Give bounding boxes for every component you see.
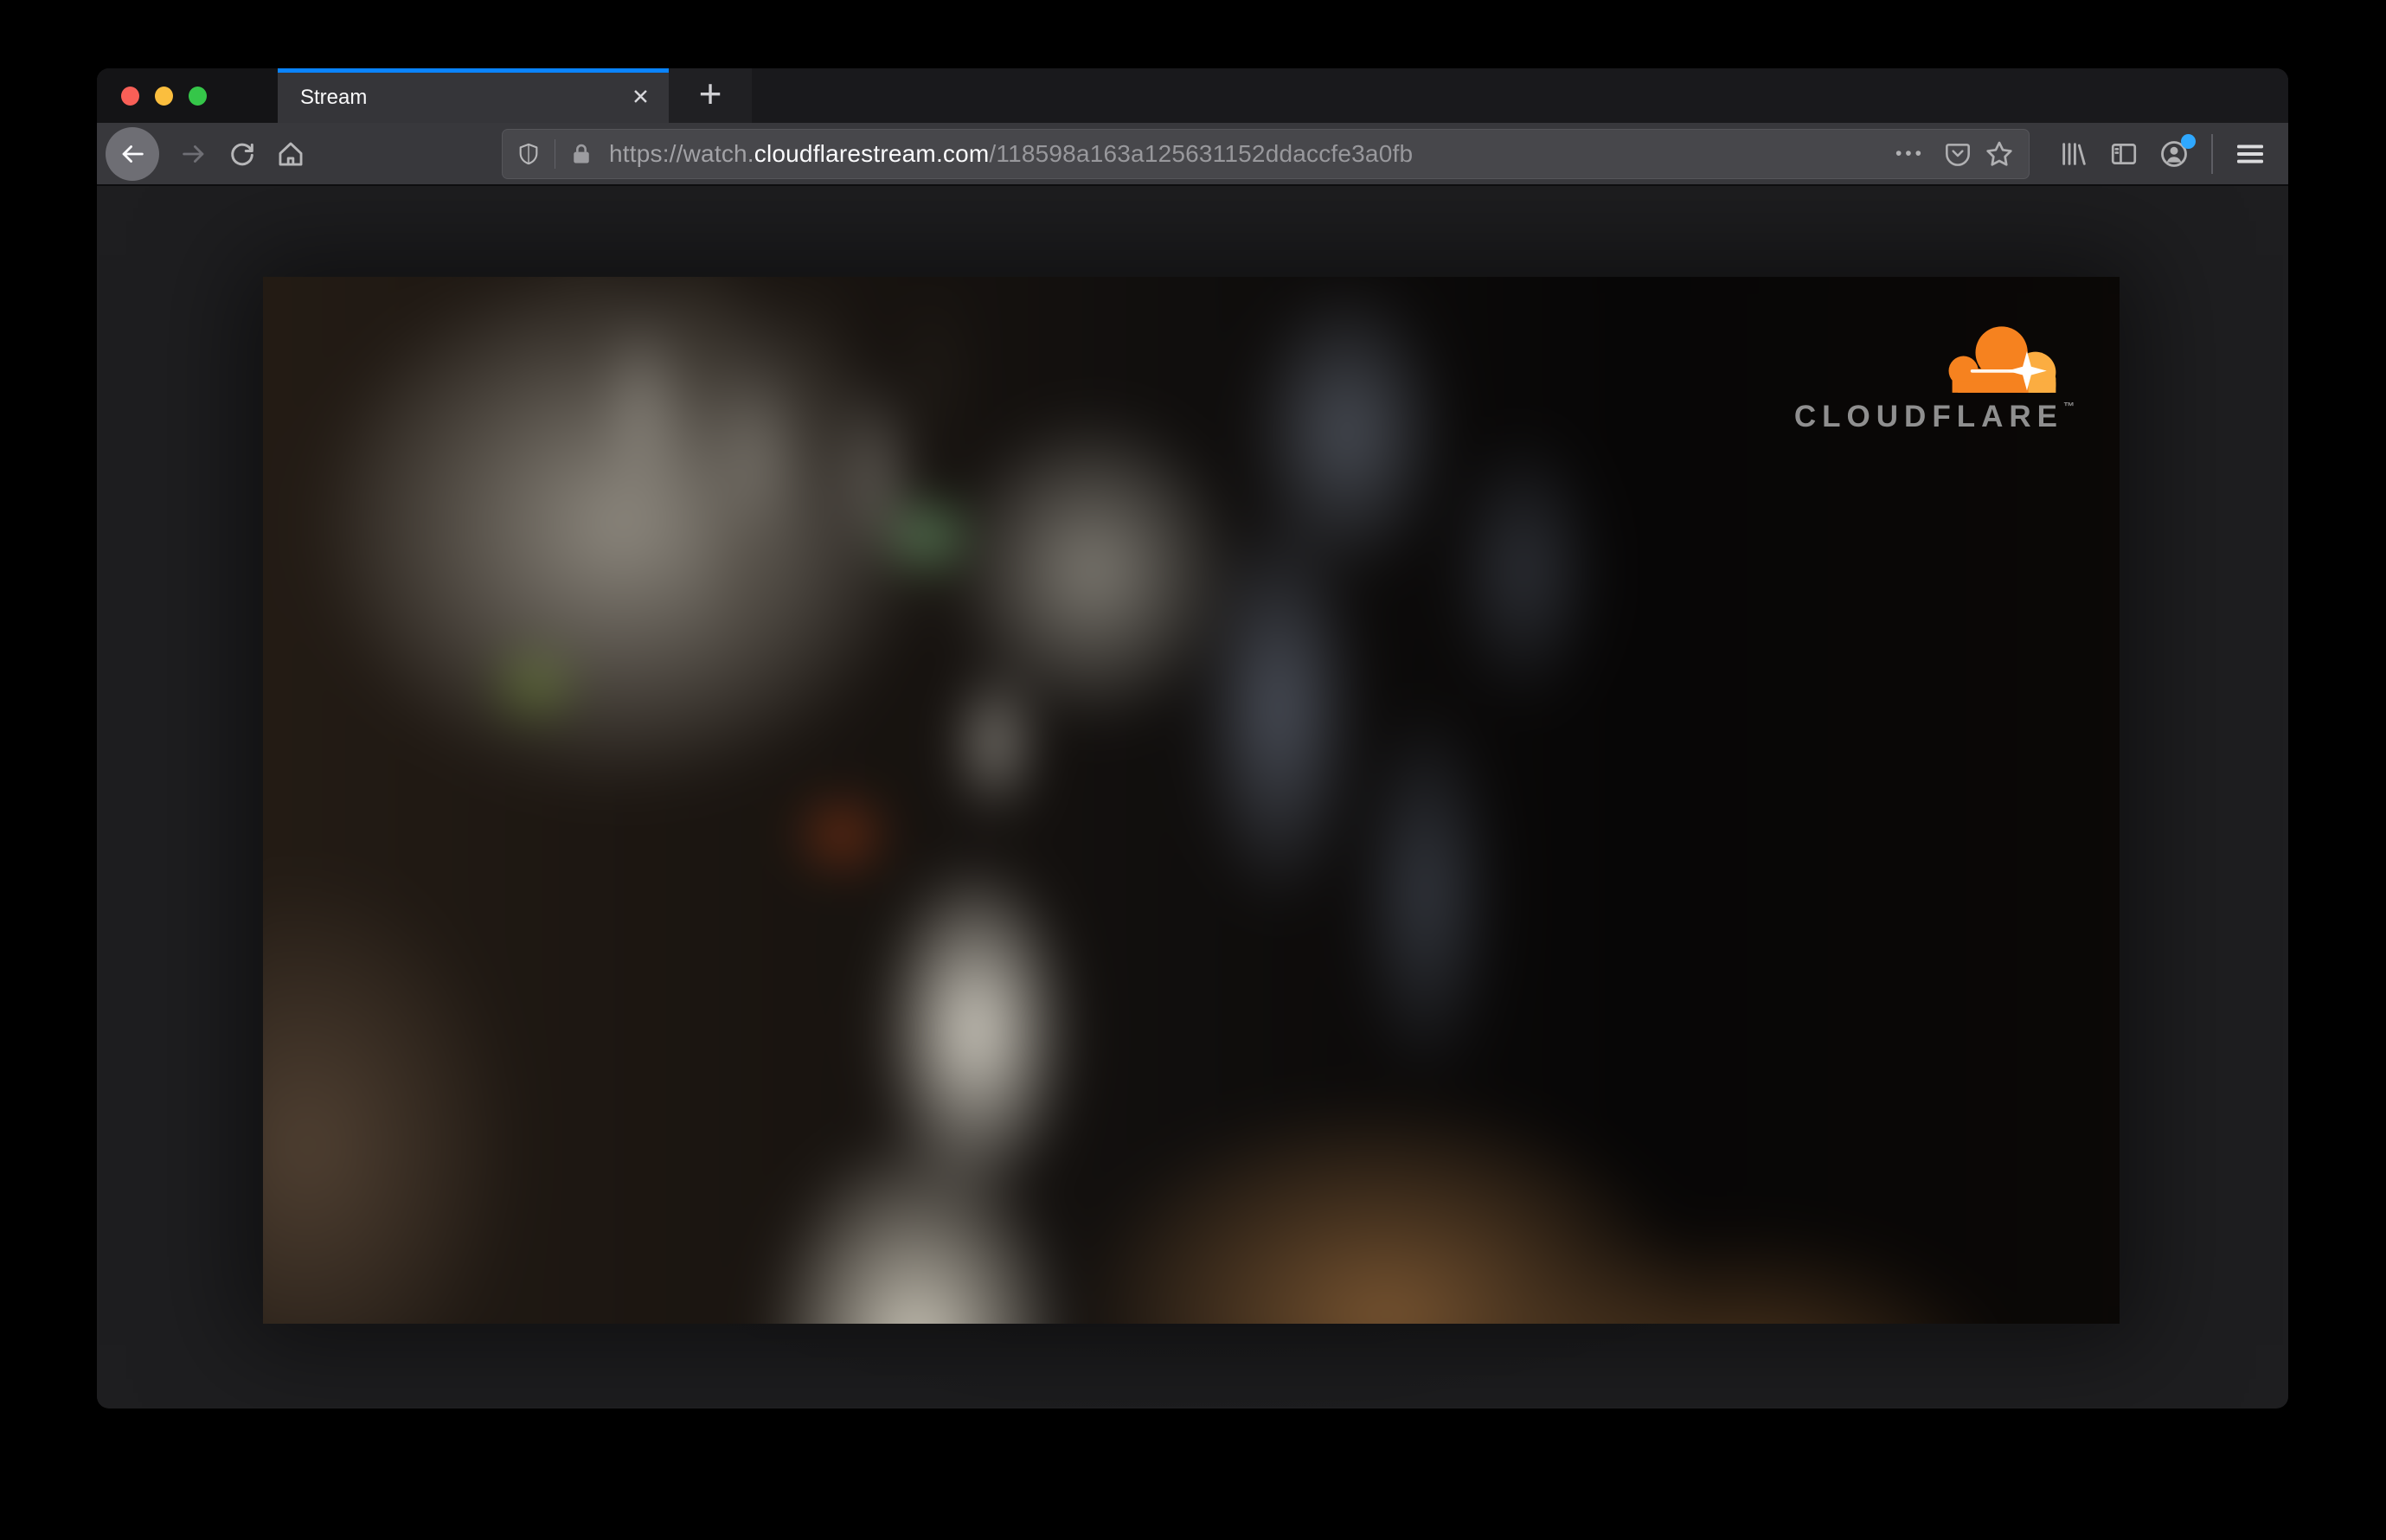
- connection-secure-lock-icon[interactable]: [569, 142, 593, 166]
- reload-icon: [228, 139, 257, 169]
- toolbar-right-icons: [2049, 129, 2275, 179]
- tab-close-icon[interactable]: ✕: [632, 87, 650, 109]
- back-arrow-icon: [118, 139, 147, 169]
- cloudflare-cloud-icon: [1784, 320, 2075, 396]
- reload-button[interactable]: [218, 130, 266, 178]
- tab-bar: Stream ✕ +: [97, 68, 2288, 123]
- address-bar[interactable]: https://watch.cloudflarestream.com/11859…: [502, 128, 2030, 179]
- sidebar-button[interactable]: [2099, 129, 2149, 179]
- library-button[interactable]: [2049, 129, 2099, 179]
- page-content: CLOUDFLARE™: [97, 186, 2288, 1407]
- page-actions-button[interactable]: •••: [1895, 144, 1925, 164]
- bookmark-star-button[interactable]: [1979, 133, 2020, 175]
- cloudflare-logo: CLOUDFLARE™: [1784, 320, 2075, 434]
- forward-arrow-icon: [179, 139, 208, 169]
- account-notification-dot: [2181, 133, 2196, 149]
- url-path: /118598a163a125631152ddaccfe3a0fb: [989, 139, 1414, 167]
- pocket-icon: [1944, 140, 1972, 168]
- account-button[interactable]: [2149, 129, 2199, 179]
- hamburger-icon: [2235, 138, 2266, 170]
- tab-bar-empty-space: [752, 68, 2288, 123]
- url-domain: cloudflarestream.com: [754, 139, 990, 167]
- home-button[interactable]: [266, 130, 315, 178]
- navigation-toolbar: https://watch.cloudflarestream.com/11859…: [97, 123, 2288, 186]
- back-button[interactable]: [106, 126, 159, 181]
- close-window-button[interactable]: [121, 86, 139, 106]
- tab-stream[interactable]: Stream ✕: [278, 68, 669, 123]
- forward-button[interactable]: [170, 130, 218, 178]
- library-icon: [2059, 139, 2088, 169]
- trademark-symbol: ™: [2063, 400, 2075, 413]
- minimize-window-button[interactable]: [155, 86, 173, 106]
- tracking-protection-shield-icon[interactable]: [516, 142, 541, 166]
- menu-button[interactable]: [2225, 129, 2275, 179]
- browser-window: Stream ✕ + https://watch.cloudflarestrea…: [97, 68, 2288, 1408]
- video-player[interactable]: CLOUDFLARE™: [263, 277, 2120, 1324]
- home-icon: [276, 139, 305, 169]
- url-text[interactable]: https://watch.cloudflarestream.com/11859…: [609, 140, 1889, 168]
- save-to-pocket-button[interactable]: [1937, 133, 1979, 175]
- desktop-background: Stream ✕ + https://watch.cloudflarestrea…: [0, 0, 2386, 1540]
- star-icon: [1985, 139, 2014, 169]
- zoom-window-button[interactable]: [189, 86, 207, 106]
- url-scheme: https://watch.: [609, 139, 754, 167]
- toolbar-divider: [2211, 133, 2213, 174]
- tab-title: Stream: [300, 86, 368, 109]
- window-controls: [97, 68, 278, 123]
- sidebar-icon: [2109, 139, 2139, 169]
- cloudflare-wordmark: CLOUDFLARE™: [1793, 400, 2075, 433]
- new-tab-button[interactable]: +: [669, 68, 752, 123]
